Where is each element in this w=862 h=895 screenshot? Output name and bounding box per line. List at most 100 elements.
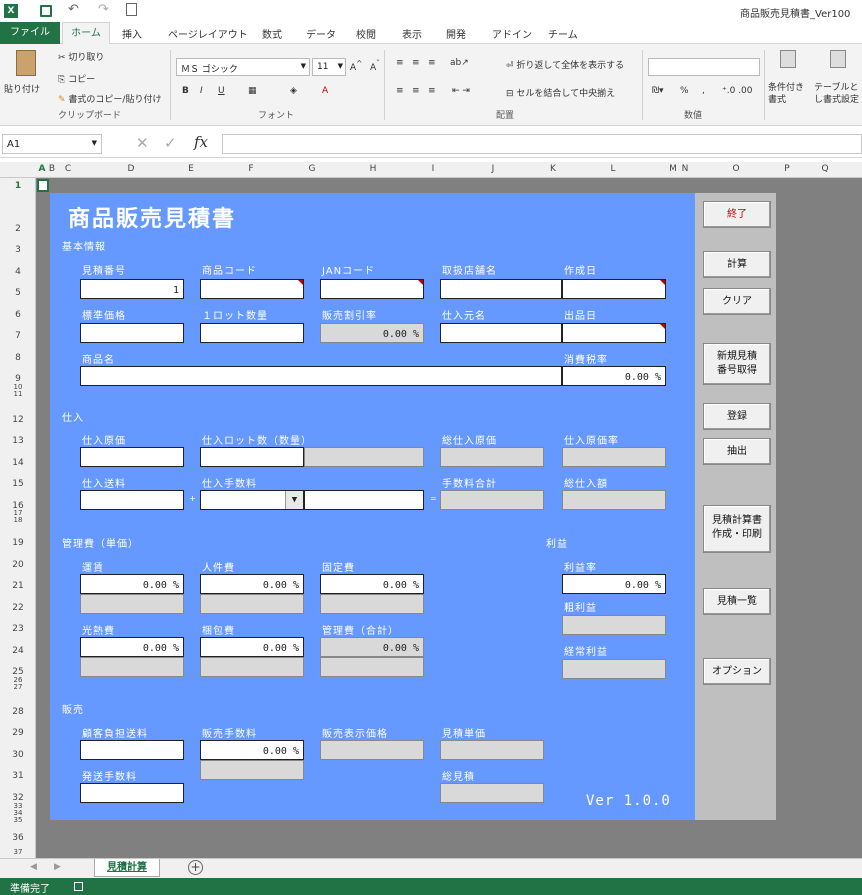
- customer-shipping-field[interactable]: [80, 740, 184, 760]
- conditional-format-icon[interactable]: [780, 50, 796, 68]
- estimate-list-button[interactable]: 見積一覧: [703, 588, 771, 615]
- undo-icon[interactable]: ↶: [68, 2, 79, 17]
- align-center-icon[interactable]: ≡: [412, 86, 420, 96]
- redo-icon[interactable]: ↷: [98, 2, 109, 17]
- align-top-icon[interactable]: ≡: [396, 58, 404, 68]
- register-button[interactable]: 登録: [703, 403, 771, 430]
- column-header[interactable]: Q: [800, 164, 850, 174]
- column-header[interactable]: L: [560, 164, 666, 174]
- lot-qty-field[interactable]: [200, 323, 304, 343]
- row-header[interactable]: 13: [0, 436, 36, 446]
- cancel-icon[interactable]: ✕: [136, 134, 149, 152]
- column-header[interactable]: J: [440, 164, 546, 174]
- packing-rate-field[interactable]: 0.00 %: [200, 637, 304, 657]
- column-header[interactable]: O: [696, 164, 776, 174]
- column-header[interactable]: G: [304, 164, 320, 174]
- tab-home[interactable]: ホーム: [62, 22, 110, 44]
- row-header[interactable]: 3: [0, 245, 36, 255]
- bold-icon[interactable]: B: [182, 86, 189, 96]
- align-middle-icon[interactable]: ≡: [412, 58, 420, 68]
- row-header[interactable]: 8: [0, 353, 36, 363]
- wrap-text-button[interactable]: ⏎ 折り返して全体を表示する: [506, 58, 624, 71]
- row-header[interactable]: 18: [0, 516, 36, 524]
- option-button[interactable]: オプション: [703, 658, 771, 685]
- row-header[interactable]: 1: [0, 181, 36, 191]
- row-header[interactable]: 29: [0, 728, 36, 738]
- row-header[interactable]: 31: [0, 771, 36, 781]
- column-header[interactable]: I: [426, 164, 440, 174]
- conditional-format-button[interactable]: 条件付き書式: [768, 82, 812, 106]
- tab-formulas[interactable]: 数式: [262, 26, 282, 41]
- font-size-select[interactable]: 11 ▼: [312, 58, 346, 76]
- estimate-no-field[interactable]: 1: [80, 279, 184, 299]
- row-header[interactable]: 27: [0, 683, 36, 691]
- indent-icon[interactable]: ⇤ ⇥: [452, 86, 470, 96]
- supplier-field[interactable]: [440, 323, 562, 343]
- underline-icon[interactable]: U: [218, 86, 225, 96]
- column-header[interactable]: M: [668, 164, 678, 174]
- percent-icon[interactable]: %: [680, 86, 689, 96]
- jan-code-field[interactable]: [320, 279, 424, 299]
- calculate-button[interactable]: 計算: [703, 251, 771, 278]
- row-header[interactable]: 22: [0, 603, 36, 613]
- scroll-right-icon[interactable]: ▶: [54, 862, 61, 872]
- fee-amount-field[interactable]: [304, 490, 424, 510]
- column-header[interactable]: P: [778, 164, 796, 174]
- selected-cell-a1[interactable]: [37, 179, 49, 192]
- new-estimate-number-button[interactable]: 新規見積 番号取得: [703, 343, 771, 385]
- row-header[interactable]: 23: [0, 624, 36, 634]
- enter-icon[interactable]: ✓: [164, 134, 177, 152]
- font-name-select[interactable]: ＭＳ ゴシック ▼: [176, 58, 310, 76]
- currency-icon[interactable]: ₪▾: [652, 86, 664, 96]
- exit-button[interactable]: 終了: [703, 201, 771, 228]
- column-header[interactable]: D: [78, 164, 184, 174]
- cost-price-field[interactable]: [80, 447, 184, 467]
- row-header[interactable]: 36: [0, 833, 36, 843]
- dropdown-arrow-icon[interactable]: ▼: [285, 491, 303, 509]
- column-header[interactable]: F: [198, 164, 304, 174]
- tab-developer[interactable]: 開発: [446, 26, 466, 41]
- formula-input[interactable]: [222, 134, 862, 154]
- tab-team[interactable]: チーム: [548, 26, 578, 41]
- lot-count-field[interactable]: [200, 447, 304, 467]
- row-header[interactable]: 24: [0, 646, 36, 656]
- row-header[interactable]: 11: [0, 390, 36, 398]
- row-header[interactable]: 19: [0, 538, 36, 548]
- font-grow-icon[interactable]: A^: [350, 59, 362, 73]
- row-header[interactable]: 30: [0, 750, 36, 760]
- orientation-icon[interactable]: ab↗: [450, 58, 469, 68]
- row-header[interactable]: 12: [0, 415, 36, 425]
- name-box[interactable]: A1 ▼: [2, 134, 102, 154]
- sales-fee-rate-field[interactable]: 0.00 %: [200, 740, 304, 760]
- utility-rate-field[interactable]: 0.00 %: [80, 637, 184, 657]
- row-header[interactable]: 6: [0, 310, 36, 320]
- freight-rate-field[interactable]: 0.00 %: [80, 574, 184, 594]
- std-price-field[interactable]: [80, 323, 184, 343]
- fee-type-select[interactable]: ▼: [200, 490, 304, 510]
- column-header[interactable]: K: [546, 164, 560, 174]
- column-header[interactable]: E: [184, 164, 198, 174]
- fixed-rate-field[interactable]: 0.00 %: [320, 574, 424, 594]
- row-header[interactable]: 21: [0, 581, 36, 591]
- format-as-table-button[interactable]: テーブルとし書式設定: [814, 82, 862, 108]
- tab-insert[interactable]: 挿入: [122, 26, 142, 41]
- macro-record-icon[interactable]: [74, 882, 83, 891]
- row-header[interactable]: 15: [0, 479, 36, 489]
- row-header[interactable]: 35: [0, 816, 36, 824]
- tab-data[interactable]: データ: [306, 26, 336, 41]
- merge-center-button[interactable]: ⊟ セルを結合して中央揃え: [506, 86, 615, 99]
- scroll-left-icon[interactable]: ◀: [30, 862, 37, 872]
- tax-rate-field[interactable]: 0.00 %: [562, 366, 666, 386]
- decimal-icon[interactable]: ⁺.0 .00: [722, 86, 753, 96]
- paste-icon[interactable]: [16, 50, 36, 76]
- shipping-fee-field[interactable]: [80, 783, 184, 803]
- column-header[interactable]: H: [320, 164, 426, 174]
- font-color-icon[interactable]: A: [322, 86, 328, 96]
- extract-button[interactable]: 抽出: [703, 438, 771, 465]
- ship-date-field[interactable]: [562, 323, 666, 343]
- add-sheet-icon[interactable]: +: [188, 860, 203, 875]
- store-name-field[interactable]: [440, 279, 562, 299]
- format-painter-button[interactable]: ✎ 書式のコピー/貼り付け: [58, 92, 161, 105]
- shipping-in-field[interactable]: [80, 490, 184, 510]
- cut-button[interactable]: ✂ 切り取り: [58, 50, 104, 63]
